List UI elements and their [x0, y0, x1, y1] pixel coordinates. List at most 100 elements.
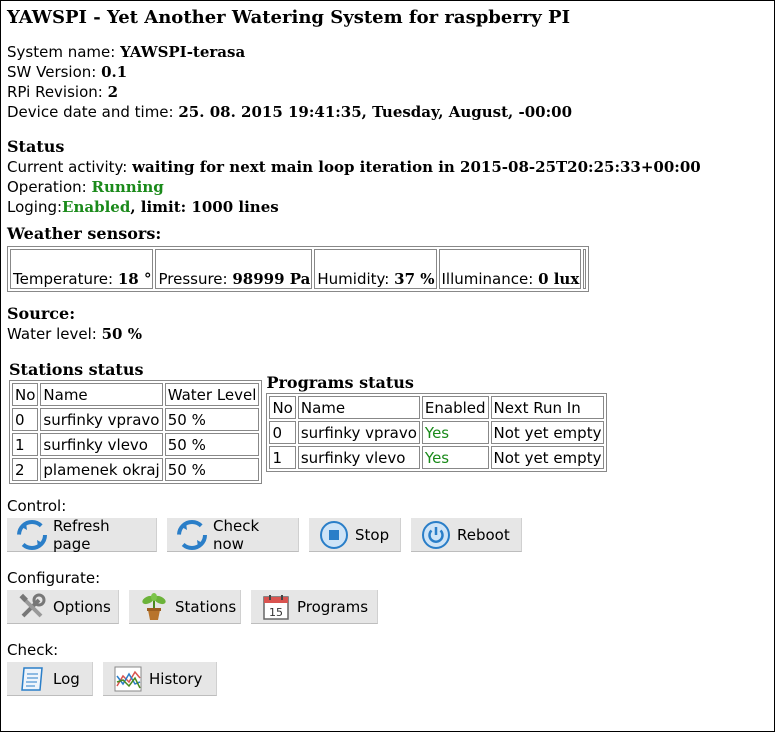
chart-icon: [113, 664, 143, 694]
stations-button[interactable]: Stations: [129, 590, 241, 624]
stations-header-row: No Name Water Level: [12, 383, 260, 406]
device-datetime-value: 25. 08. 2015 19:41:35, Tuesday, August, …: [178, 103, 573, 121]
station-water-level: 50 %: [164, 458, 260, 481]
weather-illuminance-cell: Illuminance: 0 lux: [438, 249, 582, 289]
loging-label: Loging:: [7, 198, 63, 216]
refresh-icon: [17, 519, 47, 550]
humidity-label: Humidity:: [317, 270, 390, 288]
programs-status-heading: Programs status: [266, 373, 414, 392]
stations-col-no: No: [12, 383, 39, 406]
programs-col-next-run: Next Run In: [490, 396, 605, 419]
check-now-icon: [177, 519, 207, 550]
table-row: 0 surfinky vpravo 50 %: [12, 408, 260, 431]
loging-row: Loging:Enabled, limit: 1000 lines: [7, 197, 774, 217]
stop-icon: [319, 520, 349, 550]
scroll-icon: [17, 664, 47, 694]
station-name: plamenek okraj: [40, 458, 163, 481]
power-icon: [421, 520, 451, 550]
control-label: Control:: [7, 497, 67, 515]
programs-status-block: Programs status No Name Enabled Next Run…: [266, 373, 608, 472]
system-name-row: System name: YAWSPI-terasa: [7, 42, 774, 62]
rpi-revision-row: RPi Revision: 2: [7, 82, 774, 102]
calendar-day: 15: [269, 606, 283, 619]
stations-table: No Name Water Level 0 surfinky vpravo 50…: [9, 380, 263, 484]
station-name: surfinky vlevo: [40, 433, 163, 456]
station-water-level: 50 %: [164, 433, 260, 456]
station-no: 0: [12, 408, 39, 431]
pressure-label: Pressure:: [158, 270, 228, 288]
programs-label: Programs: [297, 597, 369, 616]
sw-version-value: 0.1: [101, 63, 128, 81]
plant-icon: [139, 592, 169, 622]
calendar-icon: 15: [261, 592, 291, 622]
table-row: 1 surfinky vlevo Yes Not yet empty: [269, 446, 605, 469]
status-heading: Status: [7, 137, 65, 156]
configurate-buttons: Options Stations 15 Programs: [7, 590, 774, 624]
table-row: 0 surfinky vpravo Yes Not yet empty: [269, 421, 605, 444]
program-next-run: Not yet empty: [490, 446, 605, 469]
rpi-revision-label: RPi Revision:: [7, 83, 103, 101]
table-row: 2 plamenek okraj 50 %: [12, 458, 260, 481]
current-activity-value: waiting for next main loop iteration in …: [132, 158, 701, 176]
loging-value: Enabled: [62, 198, 131, 216]
weather-heading: Weather sensors:: [7, 224, 162, 243]
reboot-label: Reboot: [457, 525, 510, 544]
program-enabled: Yes: [421, 446, 489, 469]
stations-col-name: Name: [40, 383, 163, 406]
temperature-value: 18 °: [117, 270, 152, 288]
stop-label: Stop: [355, 525, 390, 544]
program-enabled: Yes: [421, 421, 489, 444]
loging-limit: , limit: 1000 lines: [130, 198, 279, 216]
status-tables: Stations status No Name Water Level 0 su…: [7, 360, 774, 484]
current-activity-label: Current activity:: [7, 158, 128, 176]
weather-humidity-cell: Humidity: 37 %: [314, 249, 437, 289]
weather-temperature-cell: Temperature: 18 °: [10, 249, 154, 289]
programs-button[interactable]: 15 Programs: [251, 590, 378, 624]
humidity-value: 37 %: [394, 270, 435, 288]
stations-status-block: Stations status No Name Water Level 0 su…: [9, 360, 263, 484]
stations-label: Stations: [175, 597, 237, 616]
weather-pressure-cell: Pressure: 98999 Pa: [155, 249, 313, 289]
station-water-level: 50 %: [164, 408, 260, 431]
program-name: surfinky vpravo: [297, 421, 420, 444]
sw-version-row: SW Version: 0.1: [7, 62, 774, 82]
history-button[interactable]: History: [103, 662, 217, 696]
control-buttons: Refresh page Check now Stop Reboot: [7, 516, 774, 553]
options-button[interactable]: Options: [7, 590, 119, 624]
history-label: History: [149, 669, 203, 688]
water-level-value: 50 %: [101, 325, 142, 343]
illuminance-value: 0 lux: [538, 270, 580, 288]
rpi-revision-value: 2: [107, 83, 119, 101]
table-row: 1 surfinky vlevo 50 %: [12, 433, 260, 456]
programs-header-row: No Name Enabled Next Run In: [269, 396, 605, 419]
pressure-value: 98999 Pa: [232, 270, 311, 288]
source-heading: Source:: [7, 304, 76, 323]
current-activity-row: Current activity: waiting for next main …: [7, 157, 774, 177]
station-name: surfinky vpravo: [40, 408, 163, 431]
page: YAWSPI - Yet Another Watering System for…: [0, 0, 775, 732]
programs-col-enabled: Enabled: [421, 396, 489, 419]
log-label: Log: [53, 669, 80, 688]
programs-col-no: No: [269, 396, 296, 419]
operation-value: Running: [91, 178, 164, 196]
weather-sensors-table: Temperature: 18 ° Pressure: 98999 Pa Hum…: [7, 246, 590, 292]
program-no: 0: [269, 421, 296, 444]
tools-icon: [17, 592, 47, 622]
water-level-row: Water level: 50 %: [7, 324, 774, 344]
refresh-page-button[interactable]: Refresh page: [7, 516, 157, 553]
weather-empty-cell: [583, 249, 587, 289]
station-no: 2: [12, 458, 39, 481]
stations-col-water-level: Water Level: [164, 383, 260, 406]
operation-label: Operation:: [7, 178, 87, 196]
device-datetime-label: Device date and time:: [7, 103, 174, 121]
options-label: Options: [53, 597, 111, 616]
refresh-page-label: Refresh page: [53, 516, 110, 553]
check-now-button[interactable]: Check now: [167, 517, 299, 553]
reboot-button[interactable]: Reboot: [411, 518, 522, 552]
program-next-run: Not yet empty: [490, 421, 605, 444]
check-label: Check:: [7, 641, 59, 659]
station-no: 1: [12, 433, 39, 456]
log-button[interactable]: Log: [7, 662, 93, 696]
program-no: 1: [269, 446, 296, 469]
stop-button[interactable]: Stop: [309, 518, 401, 552]
